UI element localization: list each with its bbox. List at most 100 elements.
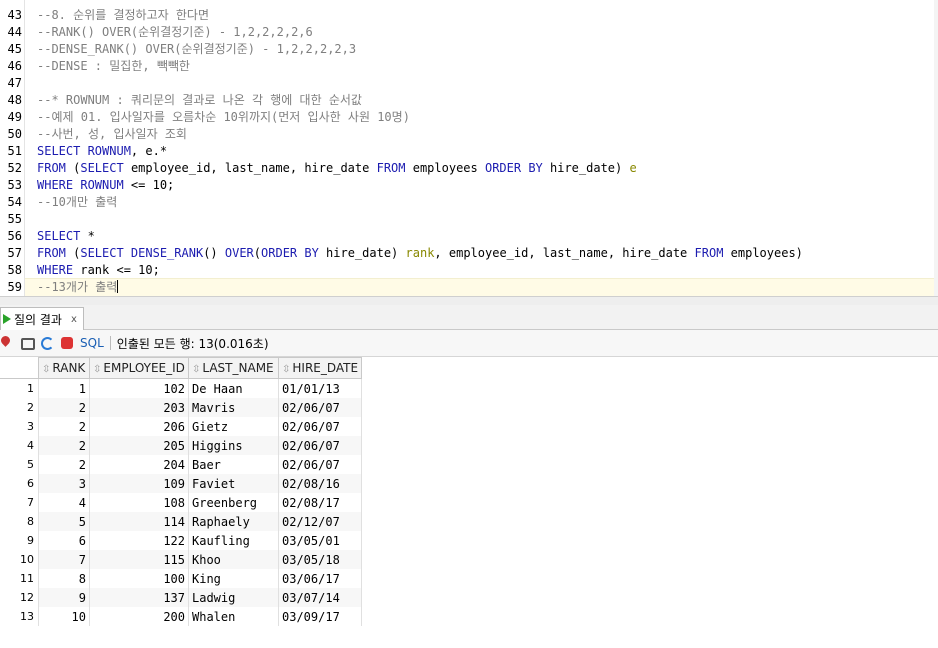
- table-row[interactable]: 8 5 114 Raphaely 02/12/07: [0, 512, 363, 531]
- cell-rank[interactable]: 7: [38, 550, 90, 569]
- refresh-icon[interactable]: [40, 336, 54, 350]
- cell-employee-id[interactable]: 102: [89, 378, 189, 398]
- table-row[interactable]: 11 8 100 King 03/06/17: [0, 569, 363, 588]
- cell-rank[interactable]: 2: [38, 436, 90, 455]
- cell-rank[interactable]: 8: [38, 569, 90, 588]
- pin-icon[interactable]: [0, 334, 14, 350]
- table-row[interactable]: 10 7 115 Khoo 03/05/18: [0, 550, 363, 569]
- cell-last-name[interactable]: Higgins: [188, 436, 279, 455]
- code-line[interactable]: WHERE ROWNUM <= 10;: [37, 177, 174, 194]
- tab-query-result[interactable]: 질의 결과 x: [0, 307, 84, 330]
- cell-rank[interactable]: 3: [38, 474, 90, 493]
- code-line[interactable]: --* ROWNUM : 쿼리문의 결과로 나온 각 행에 대한 순서값: [37, 92, 362, 109]
- row-number: 7: [0, 493, 39, 512]
- code-line[interactable]: SELECT ROWNUM, e.*: [37, 143, 167, 160]
- table-row[interactable]: 13 10 200 Whalen 03/09/17: [0, 607, 363, 626]
- table-row[interactable]: 2 2 203 Mavris 02/06/07: [0, 398, 363, 417]
- cell-rank[interactable]: 4: [38, 493, 90, 512]
- cell-hire-date[interactable]: 02/06/07: [278, 417, 363, 436]
- sql-button[interactable]: SQL: [80, 336, 104, 350]
- code-line[interactable]: WHERE rank <= 10;: [37, 262, 160, 279]
- cell-employee-id[interactable]: 100: [89, 569, 189, 588]
- cell-last-name[interactable]: Whalen: [188, 607, 279, 626]
- print-icon[interactable]: [20, 336, 35, 350]
- code-line[interactable]: --13개가 출력: [37, 279, 119, 296]
- table-row[interactable]: 6 3 109 Faviet 02/08/16: [0, 474, 363, 493]
- cell-hire-date[interactable]: 02/06/07: [278, 455, 363, 474]
- cell-employee-id[interactable]: 205: [89, 436, 189, 455]
- table-row[interactable]: 5 2 204 Baer 02/06/07: [0, 455, 363, 474]
- cell-rank[interactable]: 10: [38, 607, 90, 626]
- code-line[interactable]: --DENSE_RANK() OVER(순위결정기준) - 1,2,2,2,2,…: [37, 41, 356, 58]
- table-row[interactable]: 4 2 205 Higgins 02/06/07: [0, 436, 363, 455]
- code-line[interactable]: --RANK() OVER(순위결정기준) - 1,2,2,2,2,6: [37, 24, 313, 41]
- table-row[interactable]: 9 6 122 Kaufling 03/05/01: [0, 531, 363, 550]
- code-line[interactable]: FROM (SELECT DENSE_RANK() OVER(ORDER BY …: [37, 245, 803, 262]
- cell-employee-id[interactable]: 203: [89, 398, 189, 417]
- cell-rank[interactable]: 6: [38, 531, 90, 550]
- editor-scrollbar[interactable]: [934, 0, 938, 300]
- cell-employee-id[interactable]: 137: [89, 588, 189, 607]
- code-line[interactable]: FROM (SELECT employee_id, last_name, hir…: [37, 160, 637, 177]
- cancel-fetch-icon[interactable]: [60, 336, 74, 350]
- code-line[interactable]: --8. 순위를 결정하고자 한다면: [37, 7, 209, 24]
- cell-rank[interactable]: 1: [38, 378, 90, 398]
- cell-last-name[interactable]: Gietz: [188, 417, 279, 436]
- cell-employee-id[interactable]: 206: [89, 417, 189, 436]
- tab-close-icon[interactable]: x: [71, 314, 77, 325]
- cell-rank[interactable]: 2: [38, 398, 90, 417]
- results-grid[interactable]: ⇳ RANK ⇳ EMPLOYEE_ID ⇳ LAST_NAME ⇳ HIRE_DATE…: [0, 357, 363, 626]
- cell-last-name[interactable]: Mavris: [188, 398, 279, 417]
- cell-employee-id[interactable]: 115: [89, 550, 189, 569]
- table-row[interactable]: 7 4 108 Greenberg 02/08/17: [0, 493, 363, 512]
- cell-hire-date[interactable]: 02/06/07: [278, 436, 363, 455]
- cell-hire-date[interactable]: 02/08/17: [278, 493, 363, 512]
- code-line[interactable]: --DENSE : 밀집한, 빽빽한: [37, 58, 190, 75]
- cell-employee-id[interactable]: 200: [89, 607, 189, 626]
- cell-hire-date[interactable]: 02/06/07: [278, 398, 363, 417]
- cell-last-name[interactable]: King: [188, 569, 279, 588]
- cell-hire-date[interactable]: 03/07/14: [278, 588, 363, 607]
- cell-last-name[interactable]: Khoo: [188, 550, 279, 569]
- column-header-hire-date[interactable]: ⇳ HIRE_DATE: [277, 357, 363, 379]
- cell-last-name[interactable]: Faviet: [188, 474, 279, 493]
- cell-last-name[interactable]: Kaufling: [188, 531, 279, 550]
- cell-last-name[interactable]: Greenberg: [188, 493, 279, 512]
- code-token: FROM: [37, 161, 66, 175]
- cell-rank[interactable]: 9: [38, 588, 90, 607]
- column-header-last-name[interactable]: ⇳ LAST_NAME: [188, 357, 279, 379]
- cell-employee-id[interactable]: 122: [89, 531, 189, 550]
- cell-hire-date[interactable]: 03/05/01: [278, 531, 363, 550]
- sql-editor[interactable]: 43 44 45 46 47 48 49 50 51 52 53 54 55 56 57 58 59 --8. …: [0, 0, 938, 300]
- table-row[interactable]: 3 2 206 Gietz 02/06/07: [0, 417, 363, 436]
- cell-hire-date[interactable]: 02/12/07: [278, 512, 363, 531]
- cell-hire-date[interactable]: 03/09/17: [278, 607, 363, 626]
- cell-employee-id[interactable]: 109: [89, 474, 189, 493]
- cell-employee-id[interactable]: 204: [89, 455, 189, 474]
- cell-hire-date[interactable]: 01/01/13: [278, 378, 363, 398]
- code-line[interactable]: --10개만 출력: [37, 194, 117, 211]
- cell-hire-date[interactable]: 03/06/17: [278, 569, 363, 588]
- row-number: 13: [0, 607, 39, 626]
- cell-rank[interactable]: 5: [38, 512, 90, 531]
- code-line[interactable]: SELECT *: [37, 228, 95, 245]
- cell-last-name[interactable]: De Haan: [188, 378, 279, 398]
- cell-last-name[interactable]: Ladwig: [188, 588, 279, 607]
- code-line[interactable]: --예제 01. 입사일자를 오름차순 10위까지(먼저 입사한 사원 10명): [37, 109, 410, 126]
- column-header-rank[interactable]: ⇳ RANK: [38, 357, 90, 379]
- table-row[interactable]: 1 1 102 De Haan 01/01/13: [0, 378, 363, 398]
- code-line[interactable]: --사번, 성, 입사일자 조회: [37, 126, 187, 143]
- cell-hire-date[interactable]: 03/05/18: [278, 550, 363, 569]
- cell-employee-id[interactable]: 114: [89, 512, 189, 531]
- code-token: SELECT DENSE_RANK: [80, 246, 204, 260]
- cell-rank[interactable]: 2: [38, 417, 90, 436]
- cell-hire-date[interactable]: 02/08/16: [278, 474, 363, 493]
- column-header-employee-id[interactable]: ⇳ EMPLOYEE_ID: [89, 357, 189, 379]
- code-token: (: [65, 246, 81, 260]
- cell-last-name[interactable]: Raphaely: [188, 512, 279, 531]
- cell-rank[interactable]: 2: [38, 455, 90, 474]
- table-row[interactable]: 12 9 137 Ladwig 03/07/14: [0, 588, 363, 607]
- cell-employee-id[interactable]: 108: [89, 493, 189, 512]
- run-result-icon: [3, 314, 11, 324]
- cell-last-name[interactable]: Baer: [188, 455, 279, 474]
